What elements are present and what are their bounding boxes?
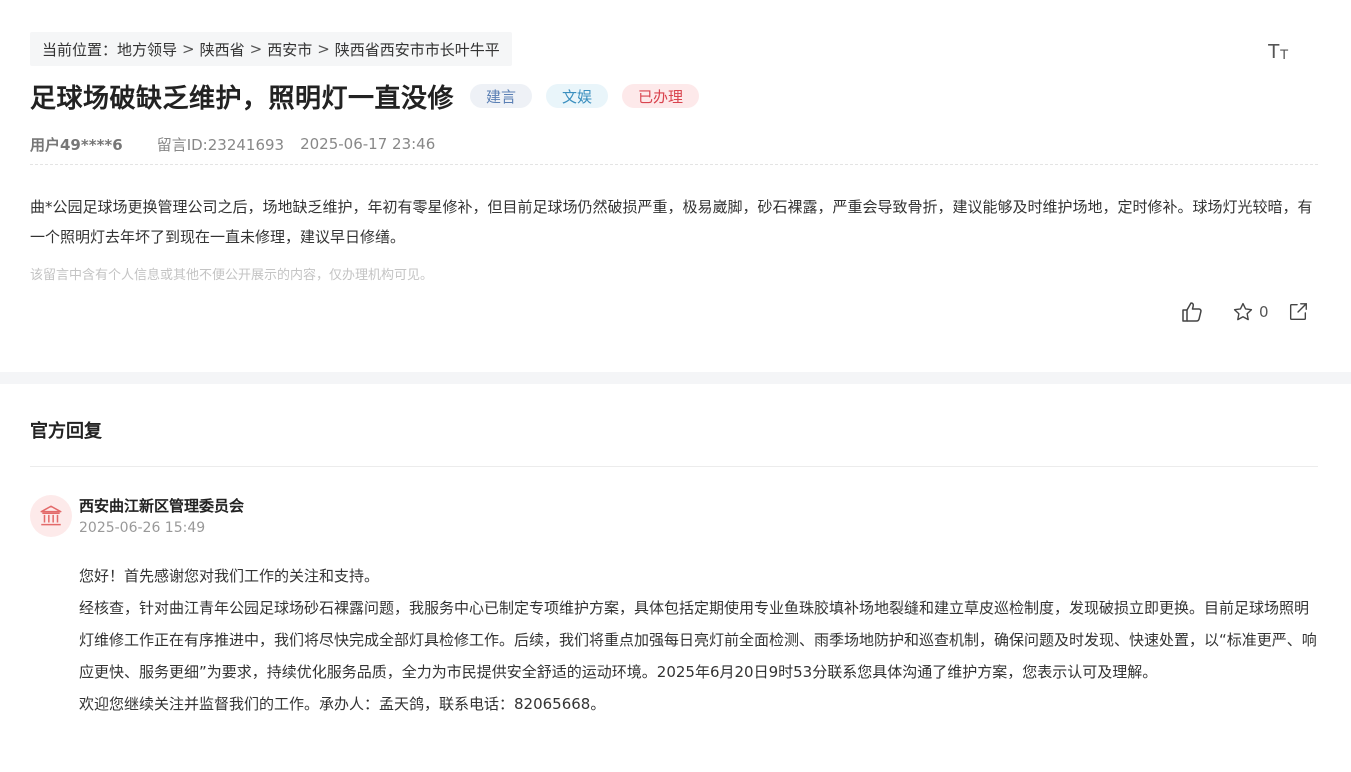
title-row: 足球场破缺乏维护，照明灯一直没修 建言 文娱 已办理 [30,78,700,114]
privacy-note: 该留言中含有个人信息或其他不便公开展示的内容，仅办理机构可见。 [30,268,434,283]
author-name: 用户49****6 [30,135,123,154]
page: 当前位置： 地方领导 > 陕西省 > 西安市 > 陕西省西安市市长叶牛平 TT … [0,0,1351,772]
reply-body: 您好！首先感谢您对我们工作的关注和支持。 经核查，针对曲江青年公园足球场砂石裸露… [79,560,1322,720]
reply-paragraph: 您好！首先感谢您对我们工作的关注和支持。 [79,567,380,585]
breadcrumb-item-city[interactable]: 西安市 [267,39,312,60]
thumbs-up-icon [1182,302,1202,322]
government-building-icon [40,505,62,526]
divider [30,164,1318,165]
category-badge: 文娱 [546,84,609,108]
breadcrumb-separator: > [249,40,263,58]
official-reply-heading: 官方回复 [30,421,102,442]
font-size-big-glyph: T [1267,41,1280,63]
breadcrumb: 当前位置： 地方领导 > 陕西省 > 西安市 > 陕西省西安市市长叶牛平 [30,32,512,66]
post-datetime: 2025-06-17 23:46 [300,135,436,153]
breadcrumb-separator: > [182,40,195,58]
font-size-small-glyph: T [1279,46,1289,62]
section-separator [0,372,1351,384]
post-actions: 0 [1180,298,1309,326]
message-id: 留言ID:23241693 [156,135,285,154]
font-size-icon[interactable]: TT [1266,38,1290,62]
post-meta: 用户49****6 留言ID:23241693 2025-06-17 23:46 [30,133,435,155]
reply-paragraph: 经核查，针对曲江青年公园足球场砂石裸露问题，我服务中心已制定专项维护方案，具体包… [79,599,1317,681]
reply-datetime: 2025-06-26 15:49 [79,520,206,536]
org-name: 西安曲江新区管理委员会 [79,497,245,515]
favorite-count: 0 [1259,303,1269,321]
star-icon [1233,302,1253,321]
breadcrumb-separator: > [317,40,330,58]
breadcrumb-item-province[interactable]: 陕西省 [200,39,245,60]
breadcrumb-prefix: 当前位置： [42,40,118,59]
share-icon [1289,303,1307,321]
share-button[interactable] [1287,301,1309,323]
message-card: 当前位置： 地方领导 > 陕西省 > 西安市 > 陕西省西安市市长叶牛平 TT … [0,0,1351,372]
type-badge: 建言 [470,84,533,108]
page-title: 足球场破缺乏维护，照明灯一直没修 [30,83,455,114]
avatar [30,495,72,537]
message-content: 曲*公园足球场更换管理公司之后，场地缺乏维护，年初有零星修补，但目前足球场仍然破… [30,198,1313,246]
breadcrumb-item-local-leaders[interactable]: 地方领导 [117,39,177,60]
status-badge: 已办理 [622,84,700,108]
breadcrumb-item-mayor[interactable]: 陕西省西安市市长叶牛平 [335,39,500,60]
divider [30,466,1318,467]
reply-paragraph: 欢迎您继续关注并监督我们的工作。承办人：孟天鸽，联系电话：82065668。 [79,695,606,713]
favorite-button[interactable]: 0 [1232,301,1269,323]
like-button[interactable] [1180,300,1204,324]
